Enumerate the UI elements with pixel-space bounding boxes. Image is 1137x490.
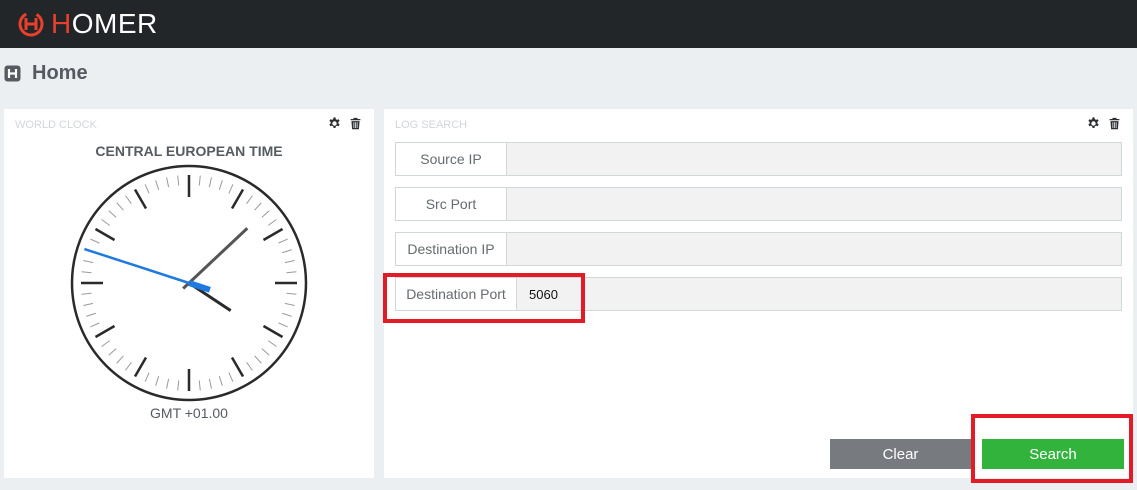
homer-logo[interactable]: HOMER (17, 8, 158, 40)
search-button[interactable]: Search (982, 439, 1124, 469)
timezone-name: CENTRAL EUROPEAN TIME (95, 143, 283, 159)
destination-ip-field: Destination IP (395, 232, 1122, 266)
brand-rest: OMER (71, 8, 158, 39)
brand-first-letter: H (51, 8, 72, 39)
brand-name: HOMER (51, 8, 158, 40)
clear-button[interactable]: Clear (830, 439, 971, 469)
widget-tools (1087, 117, 1121, 130)
world-clock-widget: WORLD CLOCK CENTRAL EUROPEAN TIME GMT +0… (4, 109, 374, 478)
source-ip-field: Source IP (395, 142, 1122, 176)
trash-icon[interactable] (1108, 117, 1121, 130)
log-search-widget: LOG SEARCH Source IP Src Port Destinatio… (384, 109, 1133, 478)
widget-title: LOG SEARCH (395, 119, 468, 131)
gear-icon[interactable] (328, 117, 341, 130)
src-port-input[interactable] (507, 188, 1121, 220)
widget-title: WORLD CLOCK (15, 119, 97, 131)
destination-port-input[interactable] (517, 278, 1121, 310)
analog-clock (70, 164, 308, 402)
page-header: Home (4, 61, 88, 85)
widget-tools (328, 117, 362, 130)
source-ip-label: Source IP (396, 143, 507, 175)
destination-ip-label: Destination IP (396, 233, 507, 265)
destination-port-label: Destination Port (396, 278, 517, 310)
src-port-field: Src Port (395, 187, 1122, 221)
gmt-offset-label: GMT +01.00 (150, 405, 228, 421)
destination-ip-input[interactable] (507, 233, 1121, 265)
page-title: Home (32, 61, 88, 84)
homer-h-icon (4, 65, 21, 81)
homer-logo-icon (18, 11, 44, 37)
trash-icon[interactable] (349, 117, 362, 130)
src-port-label: Src Port (396, 188, 507, 220)
destination-port-field: Destination Port (395, 277, 1122, 311)
source-ip-input[interactable] (507, 143, 1121, 175)
top-navbar: HOMER (0, 0, 1137, 48)
gear-icon[interactable] (1087, 117, 1100, 130)
